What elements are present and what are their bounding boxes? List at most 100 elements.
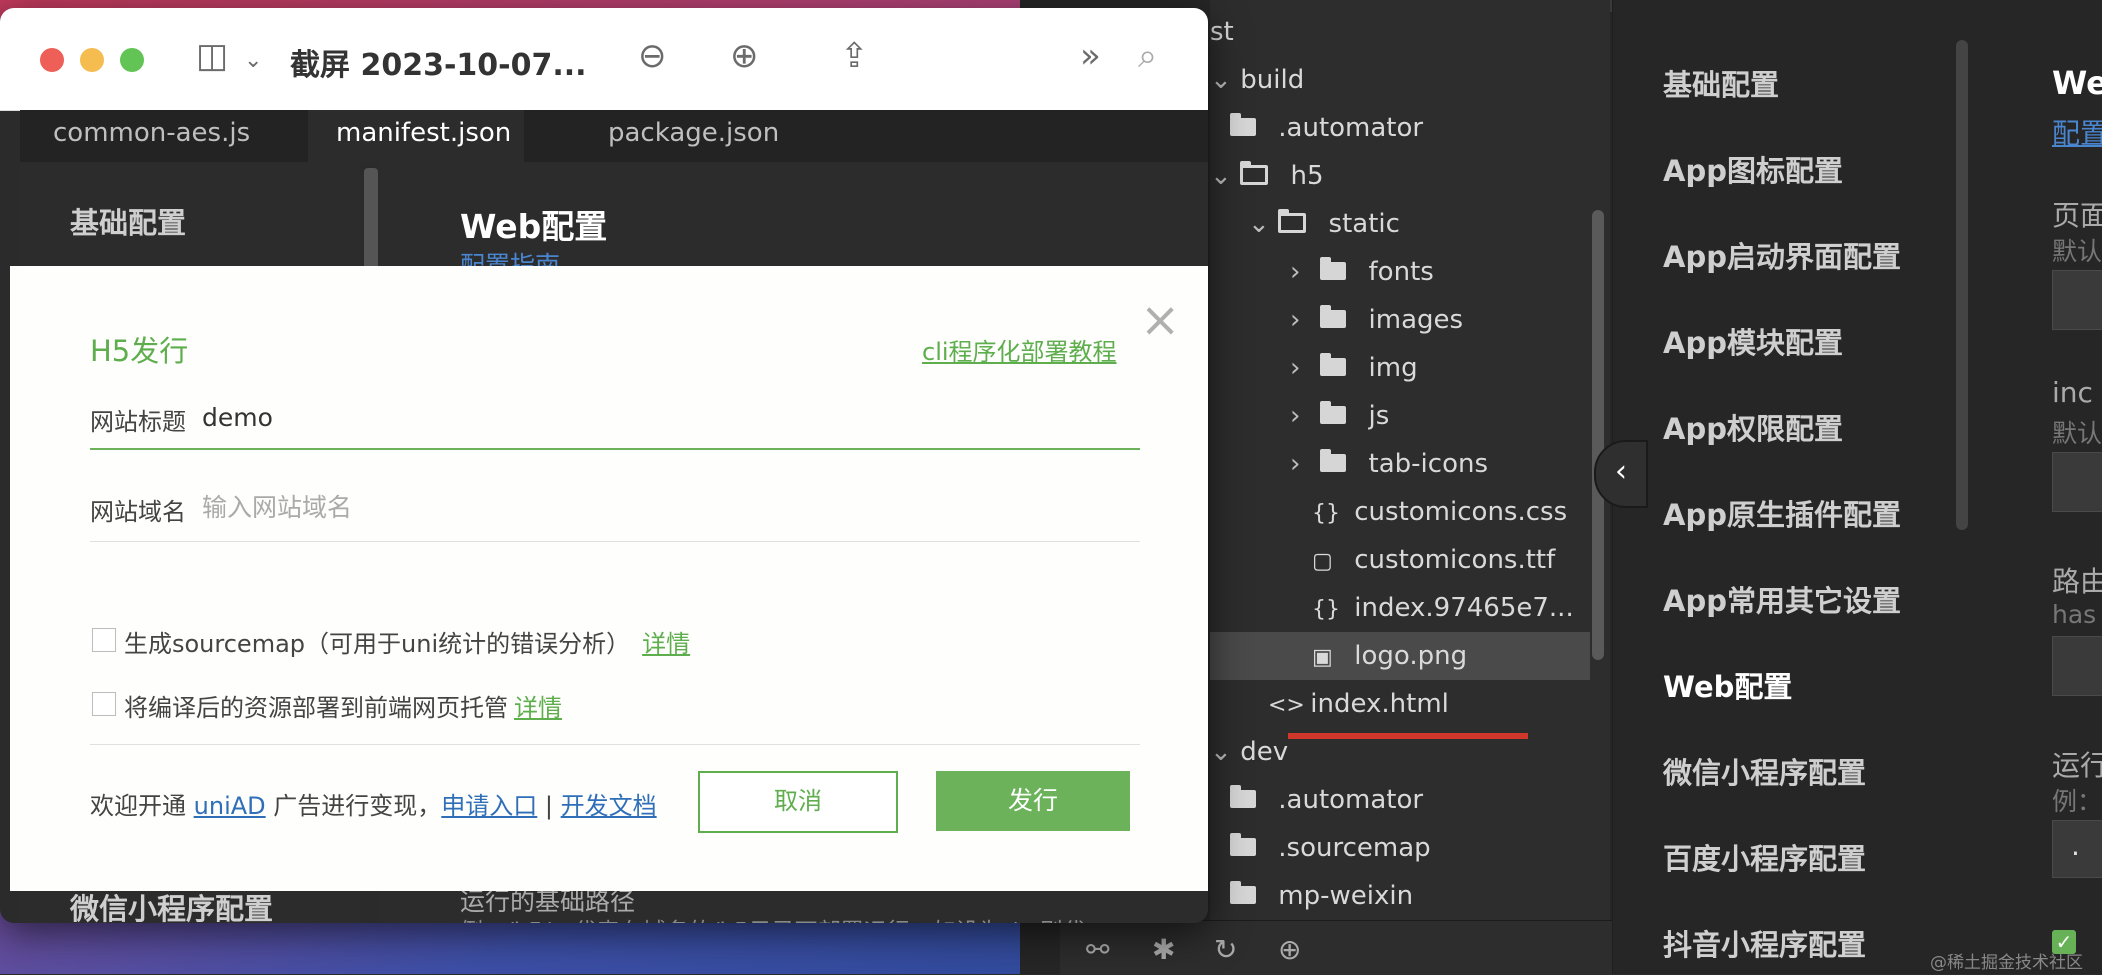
preview-window: ◫ ⌄ 截屏 2023-10-07... ⊖ ⊕ ⇪ » ⌕ common-ae… xyxy=(0,8,1208,923)
chevron-down-icon: ⌄ xyxy=(1210,161,1232,191)
tree-row-fonts[interactable]: › fonts xyxy=(1210,248,1600,296)
tree-label: dev xyxy=(1240,737,1289,767)
tree-label: .automator xyxy=(1278,113,1424,143)
tree-row-mp-weixin[interactable]: mp-weixin xyxy=(1230,872,1600,920)
content-title: We xyxy=(2052,64,2102,102)
preview-scrollbar[interactable] xyxy=(364,168,378,278)
tree-row-logo-png[interactable]: ▣ logo.png xyxy=(1210,632,1590,680)
sourcemap-details-link[interactable]: 详情 xyxy=(642,630,690,658)
nav-item-app-splash[interactable]: App启动界面配置 xyxy=(1663,234,1901,276)
nav-item-weixin[interactable]: 微信小程序配置 xyxy=(1663,750,1866,792)
site-domain-input[interactable] xyxy=(200,486,1104,528)
site-title-label: 网站标题 xyxy=(90,408,186,436)
nav-item-app-permissions[interactable]: App权限配置 xyxy=(1663,406,1843,448)
site-title-input[interactable] xyxy=(200,396,1104,438)
share-icon[interactable]: ⇪ xyxy=(840,36,869,76)
field-hint: has xyxy=(2052,600,2097,629)
nav-item-basic[interactable]: 基础配置 xyxy=(1663,62,1779,104)
field-label: inc xyxy=(2052,376,2093,409)
nav-item-douyin[interactable]: 抖音小程序配置 xyxy=(1663,922,1866,964)
more-tools-icon[interactable]: » xyxy=(1080,36,1101,76)
binoculars-icon[interactable]: ⚯ xyxy=(1086,933,1109,966)
tree-row-h5[interactable]: ⌄ h5 xyxy=(1210,152,1600,200)
nav-item-app-native-plugins[interactable]: App原生插件配置 xyxy=(1663,492,1901,534)
apply-link[interactable]: 申请入口 xyxy=(441,792,537,820)
sidebar-toggle-icon[interactable]: ◫ xyxy=(196,36,228,76)
field-input[interactable] xyxy=(2052,636,2102,696)
close-window-button[interactable] xyxy=(40,48,64,72)
cli-tutorial-link[interactable]: cli程序化部署教程 xyxy=(922,332,1117,367)
tree-label: logo.png xyxy=(1354,641,1468,671)
tree-row-automator[interactable]: .automator xyxy=(1230,104,1600,152)
tree-label: customicons.css xyxy=(1354,497,1568,527)
globe-icon[interactable]: ⊕ xyxy=(1278,933,1301,966)
site-domain-label: 网站域名 xyxy=(90,498,186,526)
tree-label: images xyxy=(1368,305,1464,335)
tree-row-customicons-ttf[interactable]: ▢ customicons.ttf xyxy=(1312,536,1600,584)
docs-link[interactable]: 开发文档 xyxy=(561,792,657,820)
tree-row-index-css[interactable]: {} index.97465e7... xyxy=(1312,584,1600,632)
tree-row-index-html[interactable]: <> index.html xyxy=(1268,680,1598,728)
deploy-checkbox[interactable] xyxy=(92,692,116,716)
maximize-window-button[interactable] xyxy=(120,48,144,72)
tree-row-build[interactable]: ⌄ build xyxy=(1210,56,1600,104)
chevron-right-icon: › xyxy=(1290,353,1301,383)
deploy-label: 将编译后的资源部署到前端网页托管 xyxy=(124,694,508,722)
nav-item-app-icon[interactable]: App图标配置 xyxy=(1663,148,1843,190)
tab-package[interactable]: package.json xyxy=(580,110,807,162)
field-hint: 例：/h5/，代表在域名的/h5目录下部署运行。如设为./，则代 xyxy=(460,912,1086,923)
chevron-right-icon: › xyxy=(1290,305,1301,335)
tree-row-sourcemap[interactable]: .sourcemap xyxy=(1230,824,1600,872)
tree-label: tab-icons xyxy=(1368,449,1488,479)
tree-label: .sourcemap xyxy=(1278,833,1431,863)
nav-item-basic[interactable]: 基础配置 xyxy=(70,200,186,242)
cancel-button[interactable]: 取消 xyxy=(698,771,898,833)
tree-label: fonts xyxy=(1368,257,1434,287)
tree-row-img[interactable]: › img xyxy=(1210,344,1600,392)
watermark: @稀土掘金技术社区 xyxy=(1930,953,2083,973)
collapse-panel-button[interactable]: ‹ xyxy=(1594,440,1648,508)
bug-icon[interactable]: ✱ xyxy=(1152,933,1175,966)
field-input[interactable]: . xyxy=(2052,820,2102,878)
tree-label: .automator xyxy=(1278,785,1424,815)
chevron-down-icon[interactable]: ⌄ xyxy=(244,48,262,73)
deploy-details-link[interactable]: 详情 xyxy=(514,694,562,722)
bottom-toolbar: ⚯ ✱ ↻ ⊕ xyxy=(1060,920,1620,975)
field-input[interactable] xyxy=(2052,452,2102,512)
tree-row-static[interactable]: ⌄ static xyxy=(1210,200,1600,248)
tree-row-images[interactable]: › images xyxy=(1210,296,1600,344)
close-icon[interactable]: × xyxy=(1140,296,1180,344)
tree-row-js[interactable]: › js xyxy=(1210,392,1600,440)
folder-icon xyxy=(1230,112,1256,136)
folder-icon xyxy=(1320,448,1347,472)
content-guide-link[interactable]: 配置 xyxy=(2052,112,2102,152)
nav-item-app-modules[interactable]: App模块配置 xyxy=(1663,320,1843,362)
tree-row-dev-automator[interactable]: .automator xyxy=(1230,776,1600,824)
tree-row-tab-icons[interactable]: › tab-icons xyxy=(1210,440,1600,488)
separator: | xyxy=(544,792,554,820)
nav-item-baidu[interactable]: 百度小程序配置 xyxy=(1663,836,1866,878)
search-icon[interactable]: ⌕ xyxy=(1138,36,1157,76)
folder-open-icon xyxy=(1278,208,1307,233)
tab-manifest[interactable]: manifest.json xyxy=(308,110,524,162)
zoom-in-icon[interactable]: ⊕ xyxy=(730,36,759,76)
uniad-link[interactable]: uniAD xyxy=(194,792,266,820)
field-hint: 例： xyxy=(2052,787,2102,816)
tree-row-customicons-css[interactable]: {} customicons.css xyxy=(1312,488,1600,536)
divider xyxy=(90,744,1140,745)
nav-scrollbar[interactable] xyxy=(1956,40,1968,530)
nav-item-weixin[interactable]: 微信小程序配置 xyxy=(70,886,273,923)
nav-item-web[interactable]: Web配置 xyxy=(1663,664,1792,706)
publish-button[interactable]: 发行 xyxy=(936,771,1130,831)
folder-icon xyxy=(1320,304,1347,328)
minimize-window-button[interactable] xyxy=(80,48,104,72)
tab-common-aes[interactable]: common-aes.js xyxy=(25,110,278,162)
tree-scrollbar[interactable] xyxy=(1592,210,1604,660)
zoom-out-icon[interactable]: ⊖ xyxy=(638,36,667,76)
folder-icon xyxy=(1230,784,1256,808)
sourcemap-checkbox[interactable] xyxy=(92,628,116,652)
field-input[interactable] xyxy=(2052,270,2102,330)
nav-item-app-other[interactable]: App常用其它设置 xyxy=(1663,578,1901,620)
tree-label: customicons.ttf xyxy=(1354,545,1556,575)
refresh-icon[interactable]: ↻ xyxy=(1214,933,1237,966)
